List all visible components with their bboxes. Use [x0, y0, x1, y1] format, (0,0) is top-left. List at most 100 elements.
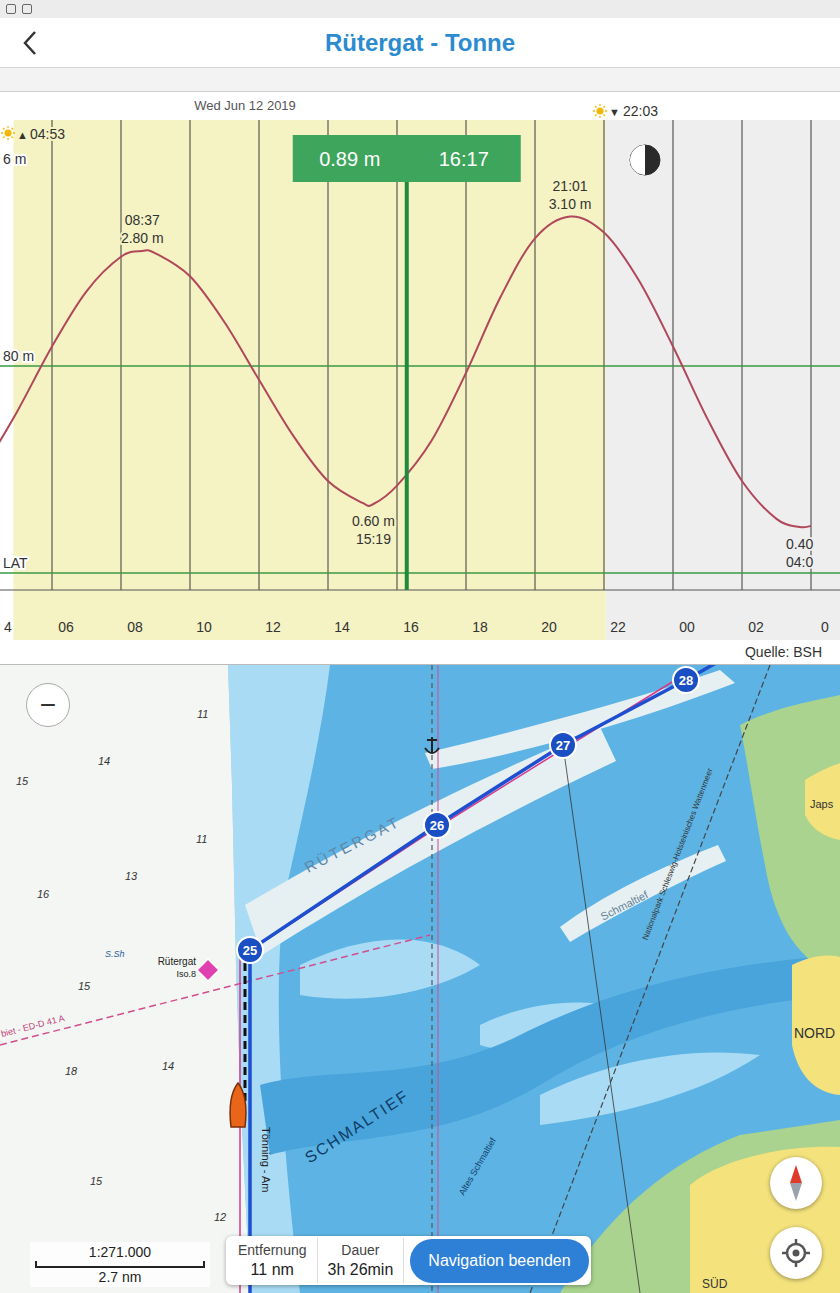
sun-ray — [595, 106, 596, 107]
status-bar — [0, 0, 840, 18]
x-axis-label: 14 — [334, 619, 350, 635]
sun-disc — [597, 108, 604, 115]
moon-lit-half — [630, 145, 645, 175]
park-boundary — [530, 665, 770, 1293]
scale-ruler — [35, 1261, 205, 1268]
sun-ray — [3, 137, 4, 138]
waypoint-number: 28 — [679, 673, 693, 688]
locate-ring — [787, 1244, 805, 1262]
waypoint-marker[interactable] — [237, 937, 263, 963]
sun-ray — [605, 110, 607, 111]
sun-ray — [1, 132, 3, 133]
sun-ray — [604, 115, 605, 116]
grid-line — [604, 120, 605, 590]
shallow-water — [300, 939, 480, 998]
duration-label: Dauer — [341, 1242, 379, 1258]
deep-water — [0, 665, 250, 1293]
tide-chart[interactable]: 0.89 m16:1708:372.80 m0.60 m15:1921:013.… — [0, 92, 840, 640]
x-axis-label: 12 — [265, 619, 281, 635]
x-axis-label: 22 — [610, 619, 626, 635]
waypoint-marker[interactable] — [550, 732, 576, 758]
grid-line — [328, 120, 329, 590]
distance-cell: Entfernung11 nm — [228, 1238, 318, 1283]
distance-value: 11 nm — [251, 1261, 294, 1279]
grid-line — [535, 120, 536, 590]
back-chevron — [25, 32, 35, 54]
y-axis-label: 6 m — [3, 151, 26, 167]
waypoint[interactable]: 25 — [237, 937, 263, 963]
x-axis-label: 00 — [679, 619, 695, 635]
boat-icon — [230, 1083, 246, 1127]
locate-icon[interactable] — [770, 1227, 822, 1279]
app-icon — [22, 4, 32, 14]
map-label: NORD — [794, 1025, 835, 1041]
sunset-mark: ▼ — [609, 106, 620, 118]
locate-button[interactable] — [770, 1227, 822, 1279]
locate-tick — [795, 1239, 798, 1244]
waypoint[interactable]: 26 — [424, 812, 450, 838]
sun-ray — [599, 116, 600, 118]
sun-ray — [3, 128, 4, 129]
x-axis-label: 20 — [541, 619, 557, 635]
y-axis-label: LAT — [3, 555, 28, 571]
extreme-height: 0.40 — [786, 536, 813, 552]
back-icon[interactable] — [22, 30, 38, 56]
x-axis-label: 16 — [403, 619, 419, 635]
map-label: Altes Schmaltief — [457, 1136, 498, 1197]
anchor-stock — [427, 739, 437, 741]
grid-line — [811, 120, 812, 590]
cursor-line[interactable] — [405, 182, 409, 590]
cursor-box[interactable] — [293, 135, 521, 182]
waypoint[interactable]: 27 — [550, 732, 576, 758]
extreme-label: 0.4004:0 — [786, 536, 813, 570]
waypoint-marker[interactable] — [673, 667, 699, 693]
compass-button[interactable] — [770, 1157, 822, 1209]
back-button[interactable] — [0, 18, 60, 67]
compass-icon[interactable] — [770, 1157, 822, 1209]
sun-icon — [1, 126, 15, 140]
moon-disc — [630, 145, 660, 175]
planned-track — [240, 671, 690, 1293]
zoom-out-button[interactable]: − — [26, 683, 70, 727]
stop-navigation-button[interactable]: Navigation beenden — [410, 1239, 588, 1283]
island — [792, 955, 840, 1095]
sun-icon — [593, 104, 607, 118]
bearing-line — [563, 745, 640, 1293]
sunrise-time: 04:53 — [30, 126, 65, 142]
buoy-icon[interactable] — [197, 959, 219, 981]
nautical-map[interactable]: 1114151113161518141512RÜTERGATSchmaltief… — [0, 665, 840, 1293]
depth-sounding: 14 — [98, 755, 110, 767]
extreme-height: 2.80 m — [121, 230, 164, 246]
anchor-arms — [425, 748, 439, 753]
source-label: Quelle: BSH — [745, 644, 822, 660]
grid-line — [52, 120, 53, 590]
source-row: Quelle: BSH — [0, 640, 840, 665]
sun-ray — [599, 104, 600, 106]
grid-line — [259, 120, 260, 590]
waypoint-marker[interactable] — [424, 812, 450, 838]
island — [690, 1147, 840, 1293]
depth-sounding: 15 — [90, 1175, 103, 1187]
map-label: biet - ED-D 41 A — [0, 1013, 65, 1039]
sun-ray — [13, 132, 15, 133]
chart-canvas[interactable]: 1114151113161518141512RÜTERGATSchmaltief… — [0, 665, 840, 1293]
grid-line — [742, 120, 743, 590]
x-axis-label: 10 — [196, 619, 212, 635]
depth-sounding: 12 — [214, 1211, 226, 1223]
sunrise-mark: ▲ — [17, 129, 28, 141]
x-axis-label: 08 — [127, 619, 143, 635]
sun-ray — [12, 137, 13, 138]
plot-background — [0, 92, 840, 640]
tide-plot[interactable]: 0.89 m16:1708:372.80 m0.60 m15:1921:013.… — [0, 92, 840, 640]
depth-sounding: 13 — [125, 870, 138, 882]
map-label: Iso.8 — [176, 969, 196, 979]
notification-icon — [6, 4, 16, 14]
extreme-height: 3.10 m — [549, 196, 592, 212]
locate-dot — [793, 1250, 800, 1257]
map-label: Japs — [810, 798, 834, 810]
cursor-time: 16:17 — [439, 148, 489, 170]
depth-sounding: 14 — [162, 1060, 174, 1072]
waypoint[interactable]: 28 — [673, 667, 699, 693]
tidal-flat — [560, 1120, 840, 1293]
x-axis-label: 4 — [4, 619, 12, 635]
